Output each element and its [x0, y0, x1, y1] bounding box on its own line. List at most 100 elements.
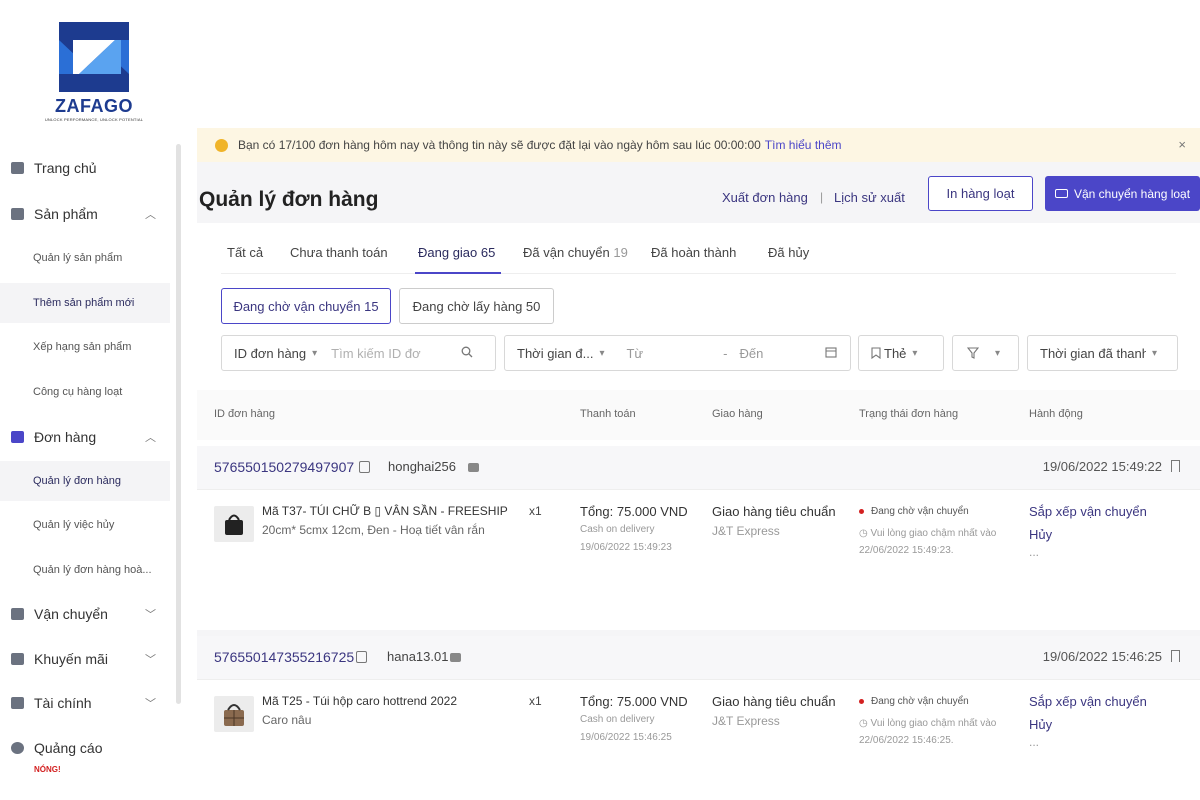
sidebar-item-product-ranking[interactable]: Xếp hạng sản phẩm — [0, 327, 170, 367]
buyer-username[interactable]: hana13.01 — [387, 649, 448, 664]
cancel-order-link[interactable]: Hủy — [1029, 717, 1052, 732]
order-status: Đang chờ vận chuyển — [859, 696, 969, 707]
chat-icon[interactable] — [468, 463, 479, 472]
close-icon[interactable]: × — [1178, 137, 1186, 152]
chevron-down-icon: ▾ — [599, 347, 605, 359]
time-type-select[interactable]: Thời gian đ... — [517, 346, 593, 361]
sidebar-item-manage-products[interactable]: Quản lý sản phẩm — [0, 238, 170, 278]
sidebar-item-label: Trang chủ — [34, 160, 97, 176]
arrange-shipment-link[interactable]: Sắp xếp vận chuyển — [1029, 694, 1147, 709]
tab-label: Đã hủy — [768, 245, 810, 260]
sidebar-item-orders[interactable]: Đơn hàng ︿ — [0, 417, 170, 457]
logo-wordmark: ZAFAGO — [55, 96, 133, 116]
sidebar-item-manage-returns[interactable]: Quản lý đơn hàng hoà... — [0, 550, 170, 590]
tab-unpaid[interactable]: Chưa thanh toán — [290, 245, 388, 260]
bulk-ship-button[interactable]: Vận chuyển hàng loạt — [1045, 176, 1200, 211]
product-variant: Caro nâu — [262, 713, 312, 727]
arrange-shipment-link[interactable]: Sắp xếp vận chuyển — [1029, 504, 1147, 519]
more-actions-button[interactable]: ... — [1029, 735, 1039, 749]
sidebar-item-label: Xếp hạng sản phẩm — [33, 341, 132, 353]
chevron-up-icon: ︿ — [145, 432, 156, 444]
order-total: Tổng: 75.000 VND — [580, 504, 688, 519]
tab-all[interactable]: Tất cả — [227, 245, 263, 260]
sidebar-item-bulk-tools[interactable]: Công cụ hàng loạt — [0, 372, 170, 412]
product-name: Mã T25 - Túi hộp caro hottrend 2022 — [262, 694, 458, 708]
status-dot-icon — [859, 699, 864, 704]
sidebar-item-shipping[interactable]: Vận chuyển ﹀ — [0, 594, 170, 634]
tabs-divider — [221, 273, 1176, 274]
export-orders-link[interactable]: Xuất đơn hàng — [722, 190, 808, 205]
tab-label: Tất cả — [227, 245, 264, 260]
search-icon[interactable] — [461, 346, 473, 361]
tab-completed[interactable]: Đã hoàn thành — [651, 245, 736, 260]
date-from-input[interactable]: Từ — [626, 346, 643, 361]
sidebar-item-label: Quản lý đơn hàng hoà... — [33, 564, 152, 576]
buyer-username[interactable]: honghai256 — [388, 459, 456, 474]
subtab-awaiting-pickup[interactable]: Đang chờ lấy hàng 50 — [399, 288, 554, 324]
page-title: Quản lý đơn hàng — [199, 188, 379, 211]
tab-shipped[interactable]: Đã vận chuyển 19 — [523, 245, 628, 260]
filter-icon — [967, 347, 979, 359]
copy-icon[interactable] — [356, 651, 367, 663]
product-variant: 20cm* 5cmx 12cm, Đen - Hoạ tiết vân rắn — [262, 523, 485, 537]
col-shipping: Giao hàng — [712, 408, 763, 420]
bookmark-icon[interactable] — [1171, 650, 1180, 662]
sidebar-item-products[interactable]: Sản phẩm ︿ — [0, 194, 170, 234]
sidebar-item-finance[interactable]: Tài chính ﹀ — [0, 683, 170, 723]
subtab-awaiting-shipment[interactable]: Đang chờ vận chuyển 15 — [221, 288, 391, 324]
sidebar-scrollbar[interactable] — [176, 144, 181, 704]
order-id-link[interactable]: 576550150279497907 — [214, 459, 354, 475]
copy-icon[interactable] — [359, 461, 370, 473]
sidebar-item-home[interactable]: Trang chủ — [0, 148, 170, 188]
bulk-print-button[interactable]: In hàng loạt — [928, 176, 1033, 211]
active-tab-indicator — [415, 272, 501, 274]
sidebar-item-promotions[interactable]: Khuyến mãi ﹀ — [0, 639, 170, 679]
chat-icon[interactable] — [450, 653, 461, 662]
id-type-select[interactable]: ID đơn hàng — [234, 346, 306, 361]
paid-time-select[interactable]: Thời gian đã thanh ▾ — [1027, 335, 1178, 371]
order-icon — [11, 431, 24, 443]
sidebar-item-label: Sản phẩm — [34, 206, 98, 222]
col-status: Trạng thái đơn hàng — [859, 408, 959, 420]
ship-deadline-text: Vui lòng giao chậm nhất vào 22/06/2022 1… — [859, 718, 997, 746]
product-quantity: x1 — [529, 504, 542, 518]
sidebar-item-label: Đơn hàng — [34, 429, 97, 445]
shipping-carrier: J&T Express — [712, 524, 780, 538]
date-range-filter: Thời gian đ... ▾ Từ - Đến — [504, 335, 851, 371]
product-thumbnail — [214, 506, 254, 542]
cancel-order-link[interactable]: Hủy — [1029, 527, 1052, 542]
order-status: Đang chờ vận chuyển — [859, 506, 969, 517]
order-card-header: 576550150279497907 honghai256 19/06/2022… — [197, 446, 1200, 490]
tab-label: Đang giao — [418, 245, 478, 260]
more-actions-button[interactable]: ... — [1029, 545, 1039, 559]
order-status-label: Đang chờ vận chuyển — [871, 696, 969, 707]
col-actions: Hành động — [1029, 408, 1083, 420]
tab-delivering[interactable]: Đang giao 65 — [418, 245, 495, 260]
sidebar-item-manage-cancellations[interactable]: Quản lý việc hủy — [0, 505, 170, 545]
bookmark-icon — [871, 347, 881, 359]
tag-filter[interactable]: Thẻ ▾ — [858, 335, 944, 371]
order-id-link[interactable]: 576550147355216725 — [214, 649, 354, 665]
advanced-filter[interactable]: ▾ — [952, 335, 1019, 371]
export-history-link[interactable]: Lịch sử xuất — [834, 190, 905, 205]
search-input[interactable]: Tìm kiếm ID đơ — [331, 346, 449, 361]
zafago-logo[interactable]: ZAFAGO UNLOCK PERFORMANCE, UNLOCK POTENT… — [44, 22, 144, 134]
sidebar-item-label: Thêm sản phẩm mới — [33, 297, 135, 309]
sidebar-item-add-product[interactable]: Thêm sản phẩm mới — [0, 283, 170, 323]
sidebar-item-label: Khuyến mãi — [34, 651, 108, 667]
sidebar-item-label: Quản lý sản phẩm — [33, 252, 123, 264]
tab-label: Đã vận chuyển — [523, 245, 610, 260]
sidebar-item-ads[interactable]: Quảng cáo — [0, 728, 170, 768]
bookmark-icon[interactable] — [1171, 460, 1180, 472]
date-to-input[interactable]: Đến — [739, 346, 763, 361]
payment-method: Cash on delivery — [580, 524, 655, 535]
daily-limit-notice: Bạn có 17/100 đơn hàng hôm nay và thông … — [197, 128, 1200, 162]
product-icon — [11, 208, 24, 220]
product-name: Mã T37- TÚI CHỮ B ▯ VÂN SẦN - FREESHIP — [262, 504, 508, 518]
sidebar-item-manage-orders[interactable]: Quản lý đơn hàng — [0, 461, 170, 501]
calendar-icon[interactable] — [825, 346, 837, 361]
sidebar-item-label: Tài chính — [34, 695, 92, 711]
learn-more-link[interactable]: Tìm hiểu thêm — [765, 138, 842, 152]
tab-cancelled[interactable]: Đã hủy — [768, 245, 809, 260]
bulk-ship-label: Vận chuyển hàng loạt — [1073, 186, 1191, 201]
